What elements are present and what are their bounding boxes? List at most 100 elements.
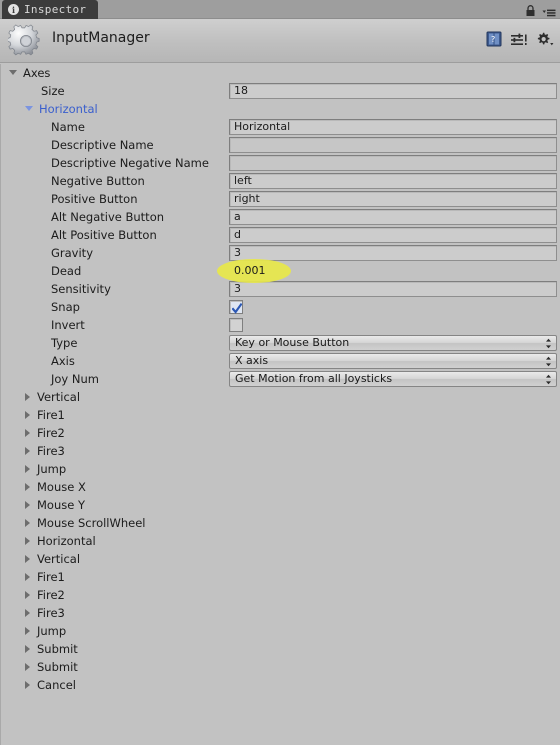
positive-button-label: Positive Button [51, 192, 138, 206]
collapsed-axis-label: Vertical [37, 552, 81, 566]
descriptive-name-input[interactable] [229, 137, 557, 153]
foldout-axis-collapsed[interactable]: Fire2 [1, 424, 560, 442]
triangle-right-icon[interactable] [25, 645, 30, 653]
triangle-right-icon[interactable] [25, 465, 30, 473]
tab-inspector-label: Inspector [24, 3, 87, 16]
axis-dropdown-value: X axis [235, 354, 269, 367]
foldout-axis-collapsed[interactable]: Submit [1, 640, 560, 658]
foldout-axis-collapsed[interactable]: Mouse X [1, 478, 560, 496]
foldout-axis-collapsed[interactable]: Submit [1, 658, 560, 676]
preset-sliders-icon[interactable] [511, 32, 527, 46]
alt-positive-button-input[interactable]: d [229, 227, 557, 243]
gear-logo-icon [7, 23, 44, 59]
row-descriptive-name: Descriptive Name [1, 136, 560, 154]
name-input[interactable]: Horizontal [229, 119, 557, 135]
alt-positive-button-label: Alt Positive Button [51, 228, 157, 242]
triangle-right-icon[interactable] [25, 483, 30, 491]
type-dropdown[interactable]: Key or Mouse Button [229, 335, 557, 351]
dead-input[interactable]: 0.001 [229, 263, 557, 279]
foldout-axis-collapsed[interactable]: Cancel [1, 676, 560, 694]
sensitivity-input[interactable]: 3 [229, 281, 557, 297]
foldout-axis-collapsed[interactable]: Jump [1, 460, 560, 478]
tab-inspector[interactable]: i Inspector [2, 0, 99, 19]
name-label: Name [51, 120, 85, 134]
collapsed-axis-label: Horizontal [37, 534, 96, 548]
foldout-axis-collapsed[interactable]: Vertical [1, 550, 560, 568]
negative-button-input[interactable]: left [229, 173, 557, 189]
row-positive-button: Positive Button right [1, 190, 560, 208]
snap-checkbox[interactable] [229, 300, 243, 314]
triangle-right-icon[interactable] [25, 663, 30, 671]
tab-strip-icons [525, 2, 556, 17]
axis-dropdown[interactable]: X axis [229, 353, 557, 369]
collapsed-axis-label: Fire3 [37, 606, 65, 620]
row-joy-num: Joy Num Get Motion from all Joysticks [1, 370, 560, 388]
collapsed-axis-label: Jump [37, 624, 67, 638]
foldout-axis-collapsed[interactable]: Horizontal [1, 532, 560, 550]
row-dead: Dead 0.001 [1, 262, 560, 280]
triangle-right-icon[interactable] [25, 591, 30, 599]
triangle-right-icon[interactable] [25, 501, 30, 509]
hamburger-menu-icon[interactable] [542, 3, 556, 17]
row-name: Name Horizontal [1, 118, 560, 136]
row-sensitivity: Sensitivity 3 [1, 280, 560, 298]
triangle-right-icon[interactable] [25, 519, 30, 527]
foldout-axis-horizontal[interactable]: Horizontal [1, 100, 560, 118]
triangle-down-icon[interactable] [9, 70, 17, 75]
foldout-axis-collapsed[interactable]: Fire3 [1, 604, 560, 622]
triangle-right-icon[interactable] [25, 609, 30, 617]
joy-num-label: Joy Num [51, 372, 99, 386]
collapsed-axis-label: Submit [37, 642, 78, 656]
header-icon-group: ? [486, 31, 554, 47]
descriptive-name-label: Descriptive Name [51, 138, 154, 152]
triangle-right-icon[interactable] [25, 555, 30, 563]
snap-label: Snap [51, 300, 80, 314]
foldout-axis-collapsed[interactable]: Fire2 [1, 586, 560, 604]
check-icon [231, 300, 243, 314]
collapsed-axis-label: Fire2 [37, 426, 65, 440]
settings-gear-icon[interactable] [536, 32, 554, 47]
chevron-updown-icon [545, 356, 552, 367]
lock-icon[interactable] [525, 2, 536, 16]
triangle-right-icon[interactable] [25, 429, 30, 437]
inspector-window: i Inspector InputManager ? Axes Size 18 … [0, 0, 560, 745]
sensitivity-label: Sensitivity [51, 282, 111, 296]
collapsed-axis-label: Mouse Y [37, 498, 85, 512]
size-input[interactable]: 18 [229, 83, 557, 99]
invert-checkbox[interactable] [229, 318, 243, 332]
object-header: InputManager ? [0, 19, 560, 63]
foldout-axes[interactable]: Axes [1, 64, 560, 82]
foldout-axis-collapsed[interactable]: Mouse Y [1, 496, 560, 514]
triangle-right-icon[interactable] [25, 393, 30, 401]
collapsed-axis-label: Fire2 [37, 588, 65, 602]
foldout-axis-collapsed[interactable]: Fire1 [1, 568, 560, 586]
triangle-right-icon[interactable] [25, 411, 30, 419]
row-negative-button: Negative Button left [1, 172, 560, 190]
collapsed-axis-label: Fire1 [37, 408, 65, 422]
foldout-axis-collapsed[interactable]: Jump [1, 622, 560, 640]
triangle-right-icon[interactable] [25, 447, 30, 455]
foldout-axis-collapsed[interactable]: Fire1 [1, 406, 560, 424]
triangle-down-icon[interactable] [25, 106, 33, 111]
help-book-icon[interactable]: ? [486, 31, 502, 47]
triangle-right-icon[interactable] [25, 681, 30, 689]
dead-label: Dead [51, 264, 82, 278]
gravity-input[interactable]: 3 [229, 245, 557, 261]
joy-num-dropdown-value: Get Motion from all Joysticks [235, 372, 393, 385]
triangle-right-icon[interactable] [25, 537, 30, 545]
collapsed-axis-label: Submit [37, 660, 78, 674]
inspector-body: Axes Size 18 Horizontal Name Horizontal Descri… [0, 64, 560, 745]
foldout-axis-collapsed[interactable]: Mouse ScrollWheel [1, 514, 560, 532]
joy-num-dropdown[interactable]: Get Motion from all Joysticks [229, 371, 557, 387]
triangle-right-icon[interactable] [25, 573, 30, 581]
positive-button-input[interactable]: right [229, 191, 557, 207]
foldout-axis-collapsed[interactable]: Fire3 [1, 442, 560, 460]
type-label: Type [51, 336, 78, 350]
descriptive-negative-name-input[interactable] [229, 155, 557, 171]
foldout-axes-label: Axes [23, 66, 51, 80]
triangle-right-icon[interactable] [25, 627, 30, 635]
info-circle-icon: i [8, 4, 19, 15]
foldout-axis-collapsed[interactable]: Vertical [1, 388, 560, 406]
alt-negative-button-input[interactable]: a [229, 209, 557, 225]
invert-label: Invert [51, 318, 85, 332]
